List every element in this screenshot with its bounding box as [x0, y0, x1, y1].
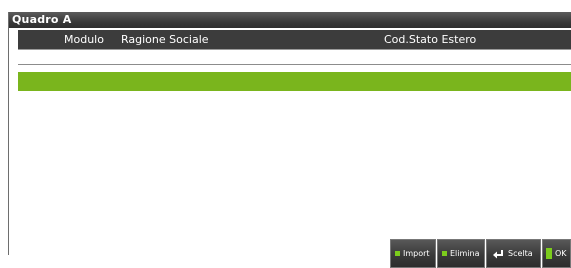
scelta-button-label: Scelta [508, 249, 533, 258]
green-square-icon [395, 251, 400, 256]
quadro-a-window: Quadro A Modulo Ragione Sociale Cod.Stat… [8, 12, 571, 255]
grid-header: Modulo Ragione Sociale Cod.Stato Estero [18, 30, 571, 50]
ok-button-label: OK [555, 249, 567, 258]
green-square-icon [442, 251, 447, 256]
import-button[interactable]: Import [390, 239, 436, 268]
elimina-button-label: Elimina [450, 249, 480, 258]
grid-row-divider [18, 64, 571, 65]
column-header-cod-stato-estero[interactable]: Cod.Stato Estero [384, 33, 476, 46]
window-title: Quadro A [12, 13, 72, 26]
green-bar-icon [546, 248, 552, 259]
column-header-modulo[interactable]: Modulo [64, 33, 104, 46]
selected-grid-row[interactable] [18, 72, 571, 91]
column-header-ragione-sociale[interactable]: Ragione Sociale [121, 33, 209, 46]
enter-arrow-icon [492, 249, 504, 259]
window-titlebar: Quadro A [9, 12, 571, 28]
import-button-label: Import [403, 249, 430, 258]
scelta-button[interactable]: Scelta [486, 239, 541, 268]
elimina-button[interactable]: Elimina [437, 239, 485, 268]
ok-button[interactable]: OK [542, 239, 571, 268]
